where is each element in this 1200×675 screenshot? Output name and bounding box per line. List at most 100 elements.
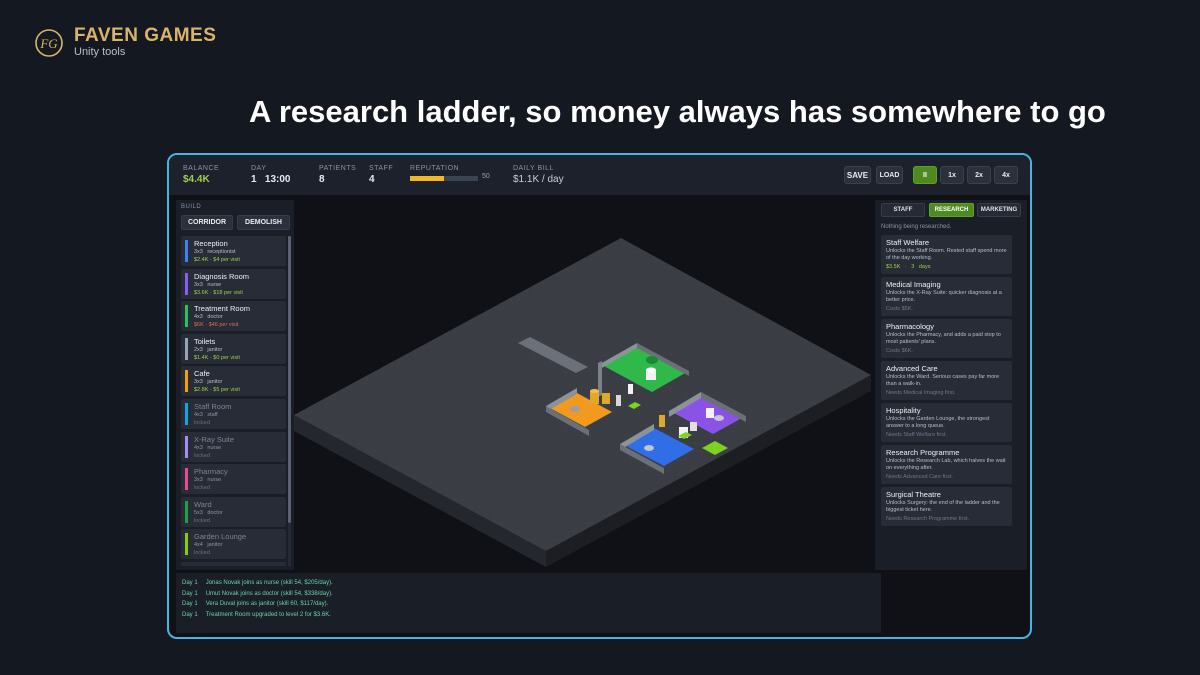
build-item-info: 3x3 nurse — [194, 477, 222, 484]
build-item-cost: locked — [194, 485, 210, 492]
page-headline: A research ladder, so money always has s… — [249, 94, 1106, 129]
research-item-staff-welfare[interactable]: Staff Welfare Unlocks the Staff Room. Re… — [881, 235, 1012, 274]
room-color-swatch — [185, 468, 188, 491]
log-day: Day 1 — [182, 580, 198, 586]
build-item-name: Pharmacy — [194, 467, 228, 477]
build-item-staff-room[interactable]: Staff Room 4x3 staff locked — [181, 398, 286, 429]
reputation-stat: REPUTATION — [410, 165, 459, 172]
build-list-scrollbar[interactable] — [288, 236, 291, 566]
room-color-swatch — [185, 337, 188, 360]
research-item-name: Advanced Care — [886, 364, 938, 373]
tab-marketing[interactable]: MARKETING — [977, 203, 1021, 217]
research-item-surgical-theatre[interactable]: Surgical Theatre Unlocks Surgery: the en… — [881, 487, 1012, 526]
build-item-name: Ward — [194, 499, 212, 509]
reputation-bar-fill — [410, 176, 444, 181]
reputation-bar — [410, 176, 478, 181]
speed-1x-button[interactable]: 1x — [940, 166, 964, 184]
reputation-value: 50 — [482, 173, 490, 180]
research-item-cost: $3.5K · 3 days — [886, 264, 931, 270]
balance-value: $4.4K — [183, 174, 210, 185]
patients-label: PATIENTS — [319, 165, 357, 172]
room-color-swatch — [185, 272, 188, 295]
room-color-swatch — [185, 533, 188, 556]
build-item-info: 2x3 janitor — [194, 346, 223, 353]
build-item-info: 4x3 doctor — [194, 314, 223, 321]
scrollbar-thumb[interactable] — [288, 236, 291, 523]
game-window: BALANCE $4.4K DAY 1 13:00 PATIENTS 8 STA… — [167, 153, 1032, 639]
build-item-name: Cafe — [194, 369, 210, 379]
research-item-advanced-care[interactable]: Advanced Care Unlocks the Ward. Serious … — [881, 361, 1012, 400]
room-color-swatch — [185, 240, 188, 262]
build-item-name: Garden Lounge — [194, 532, 247, 542]
save-button[interactable]: SAVE — [844, 166, 871, 184]
room-color-swatch — [185, 402, 188, 425]
build-title: BUILD — [181, 204, 202, 210]
svg-text:FG: FG — [39, 36, 58, 51]
research-item-name: Medical Imaging — [886, 280, 941, 289]
build-item-cost: locked — [194, 452, 210, 459]
research-item-pharmacology[interactable]: Pharmacology Unlocks the Pharmacy, and a… — [881, 319, 1012, 358]
research-item-desc: Unlocks the Pharmacy, and adds a paid st… — [886, 332, 1001, 345]
build-item-reception[interactable]: Reception 3x3 receptionist $2.4K · $4 pe… — [181, 236, 286, 266]
build-item-ward[interactable]: Ward 5x3 doctor locked — [181, 496, 286, 527]
staff-stat: STAFF 4 — [369, 165, 393, 185]
build-item-cost: $3.6K · $18 per visit — [194, 289, 243, 296]
reputation-label: REPUTATION — [410, 165, 460, 172]
pause-button[interactable]: II — [913, 166, 937, 184]
build-item-cost: $2.8K · $5 per visit — [194, 387, 240, 394]
build-item-name: X-Ray Suite — [194, 434, 235, 444]
build-item-cost: $2.4K · $4 per visit — [194, 257, 240, 263]
event-log: Day 1 Jonas Novak joins as nurse (skill 5… — [176, 573, 881, 633]
room-color-swatch — [185, 305, 188, 328]
research-item-name: Hospitality — [886, 406, 921, 415]
balance-stat: BALANCE $4.4K — [183, 165, 219, 185]
research-item-cost: Needs Research Programme first. — [886, 516, 970, 522]
tab-research[interactable]: RESEARCH — [929, 203, 974, 217]
build-item-cafe[interactable]: Cafe 3x3 janitor $2.8K · $5 per visit — [181, 366, 286, 397]
build-item-cost: $6K · $46 per visit — [194, 322, 239, 329]
build-list: Reception 3x3 receptionist $2.4K · $4 pe… — [181, 236, 286, 566]
build-item-name: Staff Room — [194, 401, 232, 411]
brand: FG FAVEN GAMES Unity tools — [34, 26, 216, 59]
build-item-x-ray-suite[interactable]: X-Ray Suite 4x3 nurse locked — [181, 431, 286, 462]
research-item-name: Staff Welfare — [886, 238, 930, 247]
daily-bill-label: DAILY BILL — [513, 165, 554, 172]
daily-bill-stat: DAILY BILL $1.1K / day — [513, 165, 564, 185]
log-line: Day 1 Umut Novak joins as doctor (skill 5… — [182, 589, 875, 600]
faven-games-logo: FG — [35, 28, 63, 57]
speed-4x-button[interactable]: 4x — [994, 166, 1018, 184]
build-item-research-lab[interactable]: Research Lab — [181, 561, 286, 566]
research-item-cost: Costs $5K. — [886, 306, 913, 312]
research-status: Nothing being researched. — [881, 224, 952, 230]
load-button[interactable]: LOAD — [876, 166, 903, 184]
build-item-garden-lounge[interactable]: Garden Lounge 4x4 janitor locked — [181, 529, 286, 560]
board-grid — [294, 238, 871, 551]
hospital-map[interactable] — [294, 195, 872, 571]
build-item-info: 3x3 receptionist — [194, 249, 236, 255]
build-item-name: Research Lab — [194, 565, 241, 566]
log-text: Umut Novak joins as doctor (skill 54, $3… — [205, 590, 333, 597]
research-item-desc: Unlocks the Garden Lounge, the strongest… — [886, 416, 990, 429]
corridor-button[interactable]: CORRIDOR — [181, 215, 233, 230]
build-item-diagnosis-room[interactable]: Diagnosis Room 3x3 nurse $3.6K · $18 per… — [181, 268, 286, 299]
build-item-treatment-room[interactable]: Treatment Room 4x3 doctor $6K · $46 per … — [181, 301, 286, 332]
brand-tagline: Unity tools — [74, 46, 126, 58]
room-color-swatch — [185, 370, 188, 393]
log-day: Day 1 — [182, 611, 198, 618]
research-item-cost: Needs Medical Imaging first. — [886, 390, 956, 396]
research-item-research-programme[interactable]: Research Programme Unlocks the Research … — [881, 445, 1012, 484]
research-item-medical-imaging[interactable]: Medical Imaging Unlocks the X-Ray Suite:… — [881, 277, 1012, 316]
research-list: Staff Welfare Unlocks the Staff Room. Re… — [881, 235, 1012, 529]
build-item-toilets[interactable]: Toilets 2x3 janitor $1.4K · $0 per visit — [181, 333, 286, 364]
staff-figure — [616, 395, 621, 406]
build-item-info: 5x3 doctor — [194, 509, 223, 516]
demolish-button[interactable]: DEMOLISH — [237, 215, 290, 230]
build-item-pharmacy[interactable]: Pharmacy 3x3 nurse locked — [181, 464, 286, 495]
build-item-name: Diagnosis Room — [194, 271, 250, 281]
speed-2x-button[interactable]: 2x — [967, 166, 991, 184]
research-item-hospitality[interactable]: Hospitality Unlocks the Garden Lounge, t… — [881, 403, 1012, 442]
log-day: Day 1 — [182, 590, 198, 597]
build-item-cost: locked — [194, 550, 210, 557]
tab-staff[interactable]: STAFF — [881, 203, 925, 217]
staff-value: 4 — [369, 174, 375, 185]
